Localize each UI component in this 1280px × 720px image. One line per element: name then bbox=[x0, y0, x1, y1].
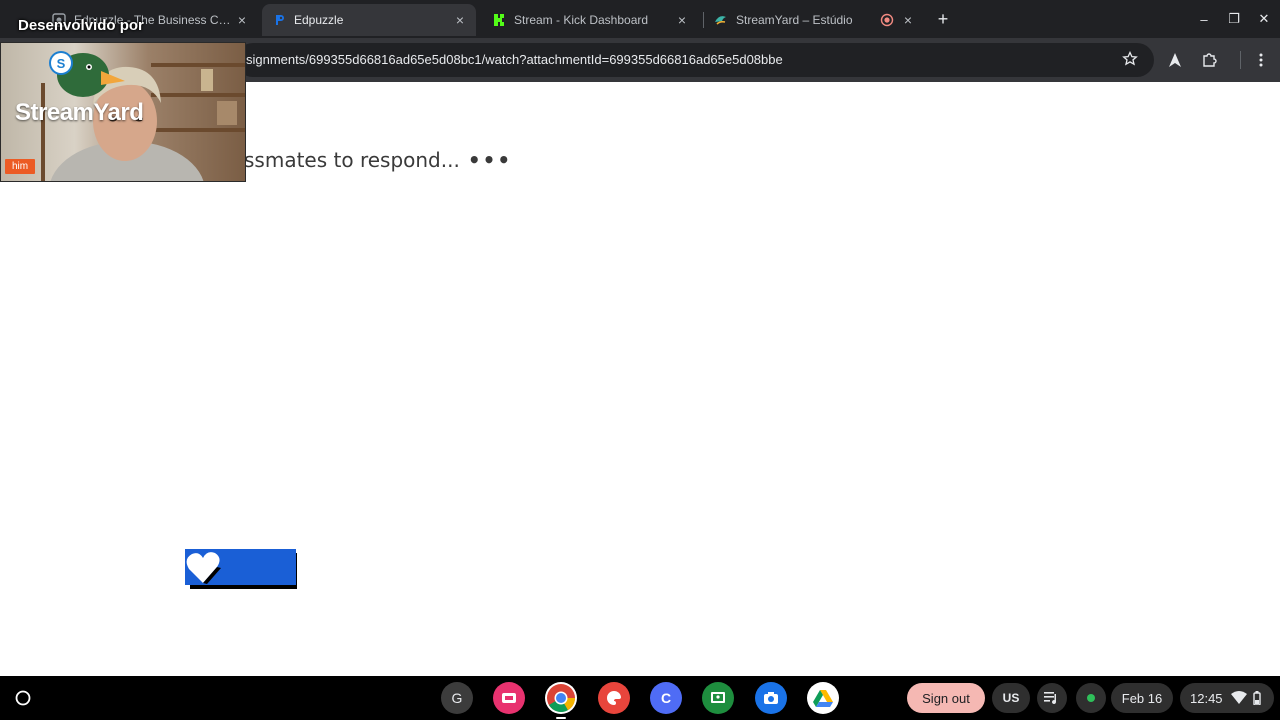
google-drive-icon[interactable] bbox=[807, 682, 839, 714]
tab-title: StreamYard – Estúdio bbox=[736, 13, 853, 27]
clever-app-label: C bbox=[660, 690, 672, 706]
google-search-app[interactable]: G bbox=[441, 682, 473, 714]
bookmark-star-icon[interactable] bbox=[1120, 49, 1140, 69]
restore-button[interactable]: ❐ bbox=[1223, 8, 1245, 30]
kick-icon bbox=[492, 13, 506, 27]
clock-time: 12:45 bbox=[1190, 690, 1223, 706]
os-shelf: G C Sign out US Feb 16 12:45 bbox=[0, 676, 1280, 720]
tab-title: Edpuzzle bbox=[294, 13, 344, 27]
tab-streamyard-studio[interactable]: StreamYard – Estúdio × bbox=[704, 4, 924, 36]
overlay-title: Desenvolvido por bbox=[18, 17, 144, 34]
wifi-icon bbox=[1230, 691, 1247, 705]
minimize-button[interactable]: – bbox=[1193, 8, 1215, 30]
canvas-paint-icon[interactable] bbox=[598, 682, 630, 714]
status-dot-icon bbox=[1076, 683, 1106, 713]
active-app-indicator bbox=[556, 717, 566, 719]
keyboard-layout-indicator[interactable]: US bbox=[992, 683, 1030, 713]
tab-edpuzzle[interactable]: Edpuzzle × bbox=[262, 4, 476, 36]
url-text[interactable]: signments/699355d66816ad65e5d08bc1/watch… bbox=[246, 52, 1106, 67]
clever-app[interactable]: C bbox=[650, 682, 682, 714]
app-pink[interactable] bbox=[493, 682, 525, 714]
accessibility-icon[interactable] bbox=[1164, 49, 1186, 71]
system-tray[interactable]: 12:45 bbox=[1180, 683, 1274, 713]
battery-icon bbox=[1252, 691, 1261, 705]
media-queue-icon[interactable] bbox=[1037, 683, 1067, 713]
menu-kebab-icon[interactable] bbox=[1250, 49, 1272, 71]
waiting-text: ssmates to respond... bbox=[244, 148, 460, 172]
loading-dots: ••• bbox=[467, 148, 513, 172]
edpuzzle-icon bbox=[272, 13, 286, 27]
date-display[interactable]: Feb 16 bbox=[1111, 683, 1173, 713]
close-tab-icon[interactable]: × bbox=[450, 10, 470, 30]
webcam-overlay: S StreamYard him bbox=[0, 42, 246, 182]
new-tab-button[interactable]: + bbox=[932, 8, 954, 30]
classroom-icon[interactable] bbox=[702, 682, 734, 714]
name-tag: him bbox=[5, 159, 36, 174]
camera-icon[interactable] bbox=[755, 682, 787, 714]
sign-out-button[interactable]: Sign out bbox=[907, 683, 985, 713]
recording-icon bbox=[880, 13, 894, 27]
close-tab-icon[interactable]: × bbox=[672, 10, 692, 30]
chrome-icon[interactable] bbox=[545, 682, 577, 714]
extensions-icon[interactable] bbox=[1198, 49, 1220, 71]
heart-button[interactable] bbox=[185, 549, 297, 589]
address-bar[interactable]: signments/699355d66816ad65e5d08bc1/watch… bbox=[236, 43, 1154, 77]
launcher-button[interactable] bbox=[10, 685, 36, 711]
close-window-button[interactable]: ✕ bbox=[1253, 8, 1275, 30]
streamyard-wordmark: StreamYard bbox=[15, 99, 144, 126]
streamyard-icon bbox=[714, 13, 728, 27]
toolbar-separator bbox=[1240, 51, 1241, 69]
google-app-label: G bbox=[451, 690, 463, 706]
waiting-message: ssmates to respond... ••• bbox=[244, 148, 512, 172]
tab-kick-dashboard[interactable]: Stream - Kick Dashboard × bbox=[482, 4, 698, 36]
svg-text:S: S bbox=[57, 56, 66, 71]
close-tab-icon[interactable]: × bbox=[232, 10, 252, 30]
close-tab-icon[interactable]: × bbox=[898, 10, 918, 30]
tab-title: Stream - Kick Dashboard bbox=[514, 13, 649, 27]
tab-strip: Edpuzzle - The Business Cycle × Edpuzzle… bbox=[0, 0, 1280, 38]
